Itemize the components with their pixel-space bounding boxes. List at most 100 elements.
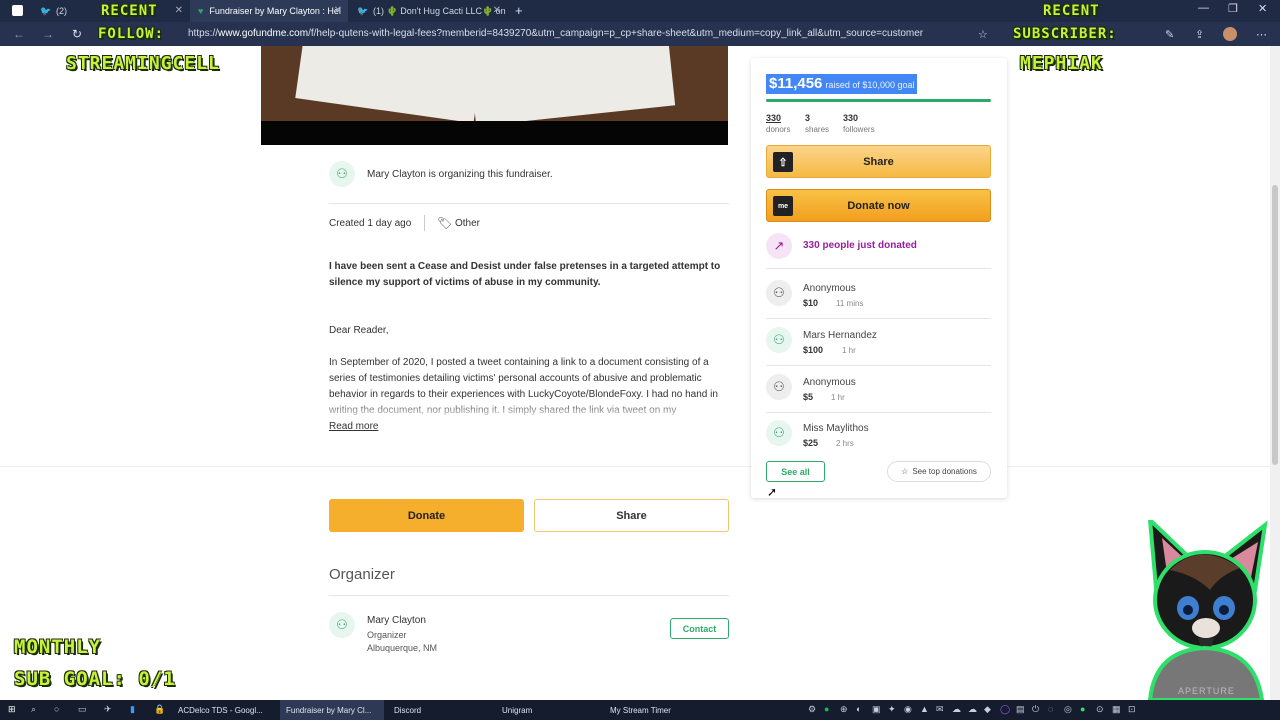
stat-shares-label: shares: [805, 125, 830, 134]
donor-time: 2 hrs: [836, 439, 854, 448]
taskbar-item-stream-timer[interactable]: My Stream Timer: [604, 700, 708, 720]
windows-start-icon[interactable]: ⊞: [8, 704, 16, 715]
contact-button[interactable]: Contact: [670, 618, 729, 639]
minimize-icon[interactable]: —: [1198, 2, 1209, 14]
search-icon[interactable]: ⌕: [31, 704, 36, 715]
more-options-icon[interactable]: ⋯: [1256, 28, 1267, 41]
url-field[interactable]: https://www.gofundme.com/f/help-qutens-w…: [188, 28, 923, 39]
divider: [766, 318, 991, 319]
divider: [766, 365, 991, 366]
browser-tab-2[interactable]: ♥ Fundraiser by Mary Clayton : Hel ✕: [190, 0, 348, 22]
twitter-icon: 🐦: [40, 6, 52, 16]
section-background: [0, 466, 1280, 467]
taskbar-item-label: Discord: [394, 705, 422, 715]
panel-share-button[interactable]: ⇧ Share: [766, 145, 991, 178]
profile-avatar[interactable]: [1223, 27, 1237, 41]
tray-icon[interactable]: ◉: [904, 704, 912, 715]
donate-button[interactable]: Donate: [329, 499, 524, 532]
star-icon: ☆: [901, 467, 909, 476]
stat-followers-value: 330: [843, 113, 859, 123]
tray-icon[interactable]: ▲: [920, 704, 929, 714]
donor-name: Anonymous: [803, 377, 856, 388]
donor-amount: $100: [803, 345, 824, 355]
donor-avatar-icon: ⚇: [766, 327, 792, 353]
donor-time: 1 hr: [831, 393, 845, 402]
separator: [424, 215, 425, 231]
pinned-app-icon[interactable]: 🔒: [154, 704, 165, 715]
browser-tab-3[interactable]: 🐦 (1) 🌵 Don't Hug Cacti LLC🌵 on ✕: [349, 0, 507, 22]
share-button[interactable]: Share: [534, 499, 729, 532]
taskbar-item-chrome[interactable]: ACDelco TDS - Googl...: [172, 700, 278, 720]
monthly-goal-line1: MONTHLY: [14, 636, 102, 658]
story-fade: [329, 403, 729, 421]
tray-icon[interactable]: ▤: [1016, 704, 1025, 715]
donor-amount: $10: [803, 298, 819, 308]
recent-follow-subtitle: FOLLOW:: [98, 26, 165, 42]
organizer-name: Mary Clayton: [367, 615, 426, 626]
scrollbar-thumb[interactable]: [1272, 185, 1278, 465]
close-tab-icon[interactable]: ✕: [493, 5, 501, 16]
app-menu-icon[interactable]: [12, 5, 23, 16]
stat-shares-value: 3: [805, 113, 811, 123]
donor-avatar-icon: ⚇: [766, 374, 792, 400]
taskbar-item-unigram[interactable]: Unigram: [496, 700, 600, 720]
reload-icon[interactable]: ↻: [72, 27, 82, 41]
tray-icon[interactable]: ▦: [1112, 704, 1121, 715]
task-view-icon[interactable]: ▭: [78, 704, 87, 715]
tray-icon[interactable]: ✉: [936, 704, 944, 715]
see-all-button[interactable]: See all: [766, 461, 825, 482]
cloud-icon[interactable]: ☁: [952, 704, 961, 715]
collections-icon[interactable]: ✎: [1165, 28, 1174, 41]
pinned-app-icon[interactable]: ▮: [130, 704, 135, 715]
hero-bottom-bar: [261, 121, 728, 145]
tray-icon[interactable]: ◌: [1048, 704, 1053, 714]
tray-icon[interactable]: ◎: [1064, 704, 1072, 715]
taskbar-item-discord[interactable]: Discord: [388, 700, 492, 720]
tray-icon[interactable]: ◆: [984, 704, 991, 715]
close-tab-icon[interactable]: ✕: [334, 5, 342, 16]
tray-icon[interactable]: ▣: [872, 704, 881, 715]
trend-text: 330 people just donated: [803, 240, 917, 251]
close-tab-icon[interactable]: ✕: [175, 5, 183, 16]
donor-name: Mars Hernandez: [803, 330, 877, 341]
donate-now-button[interactable]: me Donate now: [766, 189, 991, 222]
monthly-goal-line2: SUB GOAL: 0/1: [14, 668, 176, 690]
new-tab-icon[interactable]: +: [515, 3, 523, 18]
tray-icon[interactable]: ✦: [888, 704, 896, 715]
favorite-star-icon[interactable]: ☆: [978, 28, 988, 41]
tray-icon[interactable]: ☁: [968, 704, 977, 715]
created-date: Created 1 day ago: [329, 218, 412, 229]
donor-name: Miss Maylithos: [803, 423, 869, 434]
tray-icon[interactable]: ⚙: [808, 704, 816, 715]
donor-amount: $25: [803, 438, 819, 448]
tray-icon[interactable]: ⏻: [1032, 704, 1039, 715]
progress-bar: [766, 99, 991, 102]
stat-followers-label: followers: [843, 125, 875, 134]
forward-icon[interactable]: →: [42, 27, 54, 41]
share-page-icon[interactable]: ⇪: [1195, 28, 1204, 41]
back-icon[interactable]: ←: [13, 27, 25, 41]
close-window-icon[interactable]: ✕: [1258, 2, 1267, 15]
tray-icon[interactable]: ◐: [856, 704, 861, 714]
taskbar-item-label: My Stream Timer: [610, 705, 671, 715]
maximize-icon[interactable]: ❐: [1228, 2, 1238, 15]
pinned-app-icon[interactable]: ✈: [104, 704, 112, 715]
organizer-role: Organizer: [367, 630, 407, 640]
donor-amount: $5: [803, 392, 814, 402]
tray-icon[interactable]: ⊙: [1096, 704, 1104, 715]
tray-icon[interactable]: ⊡: [1128, 704, 1136, 715]
donor-avatar-icon: ⚇: [766, 420, 792, 446]
tray-icon[interactable]: ●: [1080, 704, 1085, 714]
tray-icon[interactable]: ◯: [1000, 704, 1010, 715]
see-top-donations-button[interactable]: ☆ See top donations: [887, 461, 991, 482]
spotify-icon[interactable]: ●: [824, 704, 829, 714]
category-link[interactable]: Other: [455, 218, 480, 229]
divider: [766, 268, 991, 269]
cortana-icon[interactable]: ○: [54, 704, 59, 714]
tray-icon[interactable]: ⊕: [840, 704, 848, 715]
stat-donors-value[interactable]: 330: [766, 113, 781, 123]
taskbar-item-fundraiser[interactable]: Fundraiser by Mary Cl...: [280, 700, 384, 720]
story-greeting: Dear Reader,: [329, 325, 389, 336]
recent-follow-name: STREAMINGCELL: [66, 53, 220, 74]
read-more-link[interactable]: Read more: [329, 421, 378, 432]
